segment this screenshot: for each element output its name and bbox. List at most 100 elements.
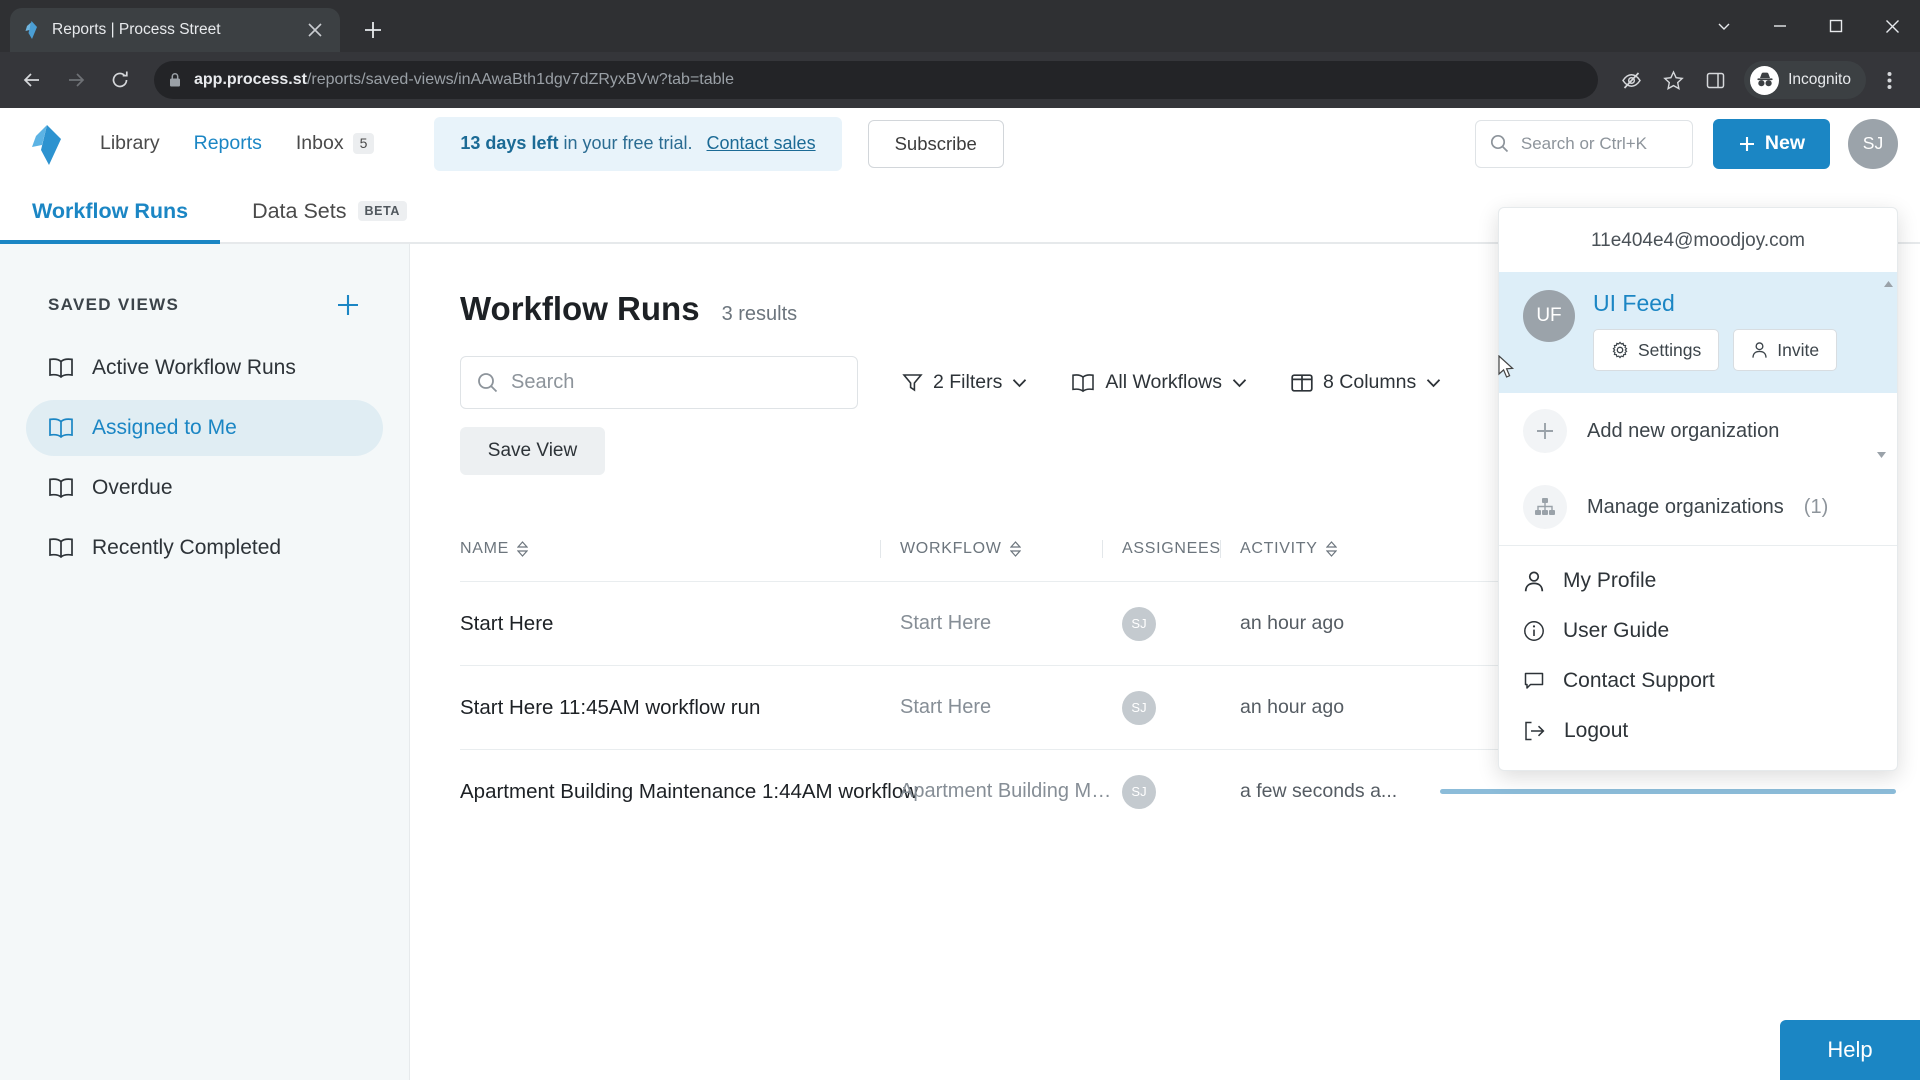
filters-dropdown[interactable]: 2 Filters [902,371,1027,394]
search-input[interactable]: Search [460,356,858,409]
organization-row[interactable]: UF UI Feed Settings Invite [1499,272,1897,393]
subscribe-button[interactable]: Subscribe [867,119,1004,168]
incognito-hat-glasses-icon [1750,65,1780,95]
caret-down-icon[interactable] [1876,451,1887,459]
organization-invite-label: Invite [1777,339,1820,360]
organization-invite-button[interactable]: Invite [1733,329,1838,371]
avatar[interactable]: SJ [1122,774,1156,809]
search-placeholder: Search [511,371,575,393]
sort-icon[interactable] [1325,541,1337,557]
cell-assignees: SJ [1122,606,1240,641]
gear-icon [1611,341,1629,359]
cell-activity: an hour ago [1240,612,1345,634]
filters-label: 2 Filters [933,371,1003,393]
info-circle-icon [1523,620,1545,642]
browser-tab[interactable]: Reports | Process Street [10,8,340,52]
mouse-cursor [1498,355,1516,381]
sidebar-item-active-workflow-runs[interactable]: Active Workflow Runs [26,340,383,396]
person-icon [1751,341,1768,359]
eye-slash-icon[interactable] [1612,61,1650,99]
contact-sales-link[interactable]: Contact sales [707,133,816,154]
avatar[interactable]: SJ [1122,606,1156,641]
maximize-icon[interactable] [1808,0,1864,52]
plus-icon [1738,135,1756,153]
nav-reports[interactable]: Reports [194,132,262,155]
lock-icon [168,72,183,88]
organization-avatar: UF [1523,290,1575,342]
avatar[interactable]: SJ [1122,690,1156,725]
minimize-icon[interactable] [1752,0,1808,52]
save-view-button[interactable]: Save View [460,427,605,475]
cell-workflow: Start Here [900,612,992,634]
logout-icon [1523,720,1546,742]
browser-window: Reports | Process Street app.process.st/… [0,0,1920,1080]
close-icon[interactable] [1864,0,1920,52]
workflows-label: All Workflows [1105,371,1223,393]
nav-library[interactable]: Library [100,132,160,155]
organization-actions: Settings Invite [1593,329,1838,371]
sidebar-item-assigned-to-me[interactable]: Assigned to Me [26,400,383,456]
new-tab-button[interactable] [354,11,392,49]
incognito-label: Incognito [1788,71,1851,88]
add-saved-view-icon[interactable] [335,292,361,318]
avatar[interactable]: SJ [1848,118,1898,169]
chevron-down-icon [1012,378,1027,388]
menu-item-label: User Guide [1563,619,1670,642]
plus-icon [1523,409,1567,453]
menu-item-label: Logout [1564,719,1629,742]
side-panel-icon[interactable] [1696,61,1734,99]
chevron-down-icon [1426,378,1441,388]
add-new-organization-item[interactable]: Add new organization [1499,393,1897,469]
menu-item-label: My Profile [1563,569,1657,592]
three-dot-menu-icon[interactable] [1870,61,1908,99]
reload-icon[interactable] [100,60,140,100]
chevron-down-icon[interactable] [1696,0,1752,52]
progress-bar [1440,789,1896,794]
cell-name: Start Here [460,611,554,635]
organization-settings-button[interactable]: Settings [1593,329,1720,371]
menu-item-contact-support[interactable]: Contact Support [1499,656,1897,706]
menu-item-my-profile[interactable]: My Profile [1499,556,1897,606]
browser-toolbar: app.process.st/reports/saved-views/inAAw… [0,52,1920,108]
nav-inbox[interactable]: Inbox 5 [296,132,375,155]
global-search-input[interactable]: Search or Ctrl+K [1474,119,1693,168]
tab-workflow-runs[interactable]: Workflow Runs [0,180,221,244]
add-new-organization-label: Add new organization [1587,419,1780,442]
columns-dropdown[interactable]: 8 Columns [1291,371,1441,394]
star-icon[interactable] [1654,61,1692,99]
process-street-logo[interactable] [28,123,66,165]
incognito-indicator[interactable]: Incognito [1744,61,1866,99]
column-header-activity[interactable]: ACTIVITY [1220,540,1440,558]
column-header-name-label: NAME [460,540,510,557]
cell-assignees: SJ [1122,690,1240,725]
search-icon [477,372,498,393]
manage-organizations-count: (1) [1803,495,1829,518]
close-icon[interactable] [302,17,328,43]
sort-icon[interactable] [517,541,529,557]
caret-up-icon[interactable] [1883,280,1894,288]
organizations-scrollbar[interactable] [1881,280,1895,385]
chat-bubble-icon [1523,670,1545,692]
help-button[interactable]: Help [1780,1020,1920,1080]
trial-days-left: 13 days left [460,133,559,153]
beta-badge: BETA [357,201,407,221]
tab-data-sets[interactable]: Data Sets BETA [220,180,439,242]
back-arrow-icon[interactable] [12,60,52,100]
menu-item-user-guide[interactable]: User Guide [1499,606,1897,656]
address-bar[interactable]: app.process.st/reports/saved-views/inAAw… [154,61,1599,99]
sidebar-item-overdue[interactable]: Overdue [26,460,383,516]
column-header-workflow[interactable]: WORKFLOW [880,540,1122,558]
menu-item-logout[interactable]: Logout [1499,706,1897,756]
manage-organizations-item[interactable]: Manage organizations (1) [1499,452,1897,545]
sidebar-item-label: Active Workflow Runs [92,356,296,379]
column-header-name[interactable]: NAME [460,540,900,558]
tab-workflow-runs-label: Workflow Runs [32,198,189,223]
organization-name[interactable]: UI Feed [1593,290,1837,317]
account-menu-list: My Profile User Guide Contact Support Lo… [1499,546,1897,770]
workflows-dropdown[interactable]: All Workflows [1071,371,1247,394]
column-header-assignees[interactable]: ASSIGNEES [1102,540,1240,558]
sort-icon[interactable] [1009,541,1021,557]
new-button[interactable]: New [1712,118,1830,169]
cell-activity: an hour ago [1240,696,1345,718]
sidebar-item-recently-completed[interactable]: Recently Completed [26,520,383,576]
